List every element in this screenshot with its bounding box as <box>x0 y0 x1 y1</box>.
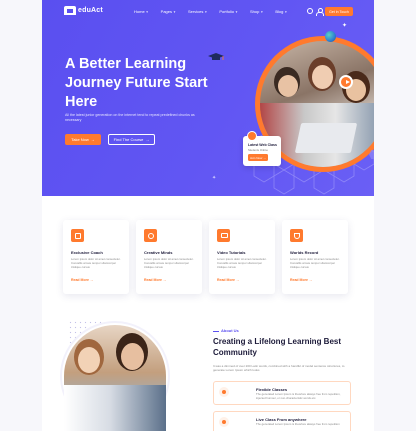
nav-item-blog[interactable]: Blog ▼ <box>275 9 287 14</box>
nav-item-shop[interactable]: Shop ▼ <box>250 9 263 14</box>
laptop <box>294 123 358 153</box>
card-title: Latest Web Class <box>248 143 277 147</box>
website-frame: eduAct Home ▼ Pages ▼ Services ▼ Portfolio ▼… <box>42 0 374 431</box>
link-label: Read More <box>290 278 308 282</box>
feature-title: Creative Minds <box>144 250 173 255</box>
live-class-icon <box>219 417 229 427</box>
page: eduAct Home ▼ Pages ▼ Services ▼ Portfolio ▼… <box>0 0 416 431</box>
chevron-down-icon: ▼ <box>260 9 264 14</box>
latest-class-card: Latest Web Class Students Online Join No… <box>243 131 281 166</box>
logo-text: eduAct <box>78 7 103 14</box>
link-label: Read More <box>217 278 235 282</box>
search-icon[interactable] <box>307 8 313 14</box>
read-more-link[interactable]: Read More → <box>71 278 93 282</box>
nav-item-portfolio[interactable]: Portfolio ▼ <box>219 9 238 14</box>
trophy-icon <box>290 229 303 242</box>
read-more-link[interactable]: Read More → <box>290 278 312 282</box>
student-face <box>278 75 298 97</box>
sparkle-icon: ✦ <box>212 175 217 181</box>
get-in-touch-button[interactable]: Get In Touch <box>325 7 353 16</box>
chevron-down-icon: ▼ <box>173 9 176 14</box>
hero-title: A Better Learning Journey Future Start H… <box>65 56 208 110</box>
about-feature-item[interactable]: Flexible Classes The generated Lorem Ips… <box>213 381 351 405</box>
join-now-button[interactable]: Join Now → <box>248 154 268 161</box>
feature-title: Video Tutorials <box>217 250 246 255</box>
feature-card[interactable]: Video Tutorials Lorem ipsum dolor sit am… <box>209 220 275 294</box>
mind-icon <box>144 229 157 242</box>
feature-title: Worlds Record <box>290 250 319 255</box>
student-face <box>312 65 333 89</box>
nav-item-home[interactable]: Home ▼ <box>134 9 149 14</box>
link-label: Read More <box>144 278 162 282</box>
students-clothes <box>64 385 166 431</box>
nav-item-pages[interactable]: Pages ▼ <box>161 9 176 14</box>
feature-description: Lorem ipsum dolor sit amet consectetur. … <box>290 257 340 269</box>
hero-description: All the latest junior generation on the … <box>65 113 195 122</box>
globe-icon <box>325 31 336 42</box>
logo-icon <box>64 6 76 15</box>
arrow-right-icon: → <box>90 137 95 142</box>
about-tag: About Us <box>213 328 239 333</box>
about-description: It was a dimmed of over 200 Latin words,… <box>213 364 345 373</box>
feature-title: Exclusive Coach <box>71 250 103 255</box>
avatar <box>247 131 257 141</box>
student-face <box>121 343 144 370</box>
sparkle-icon: ✦ <box>342 23 348 29</box>
logo[interactable]: eduAct <box>64 6 103 15</box>
read-more-link[interactable]: Read More → <box>144 278 166 282</box>
about-item-description: The generated Lorem Ipsum is therefore a… <box>256 392 341 400</box>
play-button[interactable] <box>339 75 353 89</box>
find-course-button[interactable]: Find The Course → <box>108 134 155 145</box>
coach-icon <box>71 229 84 242</box>
read-more-link[interactable]: Read More → <box>217 278 239 282</box>
nav-item-label: Shop <box>249 9 260 14</box>
about-item-description: The generated Lorem Ipsum is therefore a… <box>256 422 340 426</box>
button-label: Find The Course <box>113 137 144 142</box>
take-now-button[interactable]: Take Now → <box>65 134 101 145</box>
flexible-icon <box>219 387 229 397</box>
feature-description: Lorem ipsum dolor sit amet consectetur. … <box>71 257 121 269</box>
nav-item-label: Portfolio <box>219 9 234 14</box>
chevron-down-icon: ▼ <box>204 9 208 14</box>
button-label: Join Now <box>249 155 263 160</box>
nav-item-label: Pages <box>160 9 172 14</box>
feature-card[interactable]: Exclusive Coach Lorem ipsum dolor sit am… <box>63 220 129 294</box>
nav-menu: Home ▼ Pages ▼ Services ▼ Portfolio ▼ Shop ▼ … <box>134 9 299 14</box>
features-section: Exclusive Coach Lorem ipsum dolor sit am… <box>63 220 348 294</box>
about-feature-item[interactable]: Live Class From anywhere The generated L… <box>213 411 351 431</box>
user-icon[interactable] <box>316 8 324 16</box>
chevron-down-icon: ▼ <box>284 9 288 14</box>
about-title: Creating a Lifelong Learning Best Commun… <box>213 337 342 357</box>
nav-item-label: Blog <box>275 9 284 14</box>
student-face <box>78 347 100 373</box>
graduation-cap-icon <box>208 53 224 60</box>
link-label: Read More <box>71 278 89 282</box>
card-subtitle: Students Online <box>248 148 268 152</box>
nav-item-services[interactable]: Services ▼ <box>188 9 207 14</box>
chevron-down-icon: ▼ <box>235 9 238 14</box>
nav-item-label: Services <box>187 9 204 14</box>
video-icon <box>217 229 230 242</box>
chevron-down-icon: ▼ <box>145 9 149 14</box>
button-label: Take Now <box>71 137 89 142</box>
main-nav: eduAct Home ▼ Pages ▼ Services ▼ Portfolio ▼… <box>42 0 374 24</box>
feature-description: Lorem ipsum dolor sit amet consectetur. … <box>217 257 267 269</box>
nav-item-label: Home <box>134 9 145 14</box>
feature-card[interactable]: Worlds Record Lorem ipsum dolor sit amet… <box>282 220 348 294</box>
arrow-right-icon: → <box>145 137 150 142</box>
feature-description: Lorem ipsum dolor sit amet consectetur. … <box>144 257 194 269</box>
about-students-photo <box>64 325 166 431</box>
feature-card[interactable]: Creative Minds Lorem ipsum dolor sit ame… <box>136 220 202 294</box>
